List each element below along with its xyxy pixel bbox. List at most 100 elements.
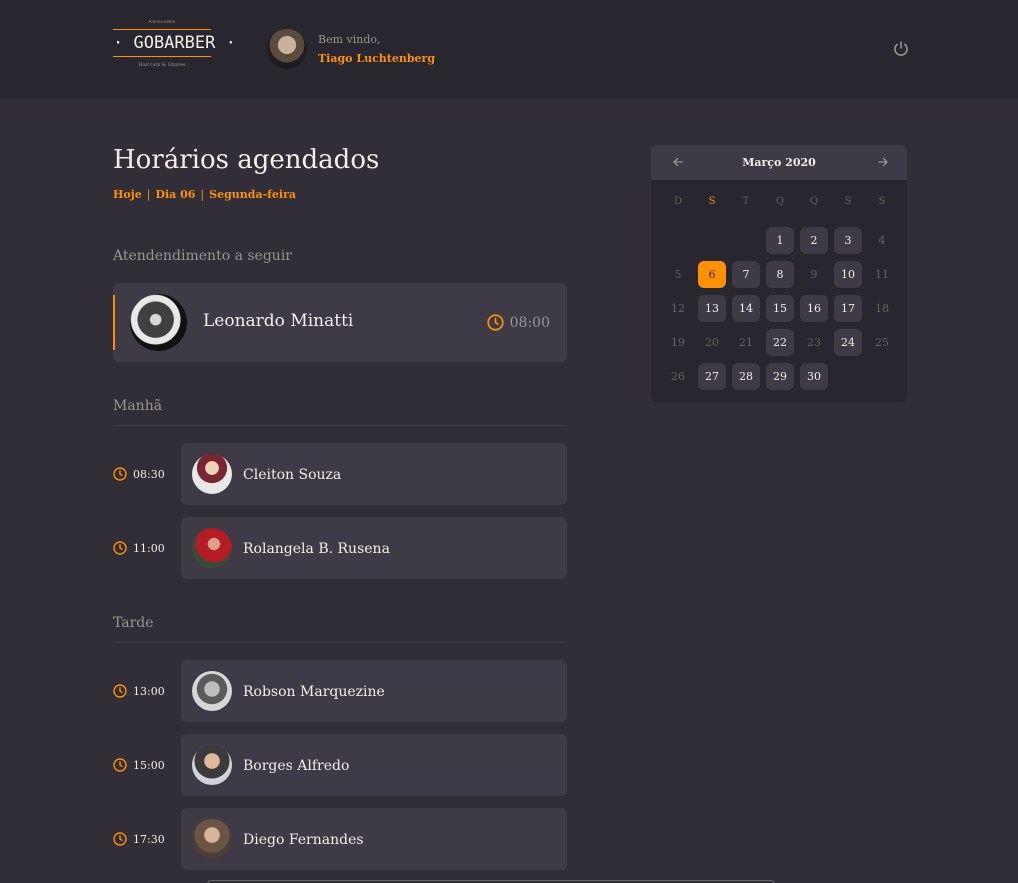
calendar-header: Março 2020	[651, 145, 907, 180]
arrow-right-icon[interactable]	[875, 154, 891, 170]
calendar-day[interactable]: 15	[766, 295, 794, 322]
welcome-text: Bem vindo,	[318, 33, 381, 46]
user-name-link[interactable]: Tiago Luchtenberg	[318, 48, 435, 70]
appointment-time: 15:00	[113, 758, 165, 772]
next-appointment-label: Atendendimento a seguir	[113, 248, 292, 264]
appointment-item[interactable]: 11:00 Rolangela B. Rusena	[113, 517, 567, 579]
clock-icon	[113, 832, 127, 846]
calendar-day[interactable]: 8	[766, 261, 794, 288]
appointment-name: Cleiton Souza	[243, 467, 342, 483]
user-greeting: Bem vindo, Tiago Luchtenberg	[318, 32, 435, 70]
calendar-day: 12	[671, 302, 685, 315]
appointment-time-value: 08:30	[133, 467, 165, 481]
subtitle-separator: |	[200, 188, 205, 201]
appointment-item[interactable]: 13:00 Robson Marquezine	[113, 660, 567, 722]
appointment-name: Diego Fernandes	[243, 832, 364, 848]
appointment-time-value: 11:00	[133, 541, 165, 555]
calendar-day: 26	[671, 370, 685, 383]
logo-top-text: Awesome	[148, 19, 176, 25]
logo-rule	[113, 56, 211, 57]
calendar-day[interactable]: 17	[834, 295, 862, 322]
calendar-day[interactable]: 22	[766, 329, 794, 356]
clock-icon	[113, 467, 127, 481]
clock-icon	[487, 314, 504, 331]
subtitle-day: Dia 06	[155, 188, 196, 201]
calendar-weekday: S	[708, 196, 716, 207]
avatar	[192, 671, 232, 711]
appointment-name: Borges Alfredo	[243, 758, 350, 774]
power-icon[interactable]	[891, 39, 911, 59]
calendar-day: 4	[878, 234, 886, 247]
gobarber-logo[interactable]: Awesome · GOBARBER · Haircuts & Shaves	[113, 18, 236, 80]
calendar-day[interactable]: 30	[800, 363, 828, 390]
next-appointment-card[interactable]: Leonardo Minatti 08:00	[113, 283, 567, 362]
calendar-day[interactable]: 14	[732, 295, 760, 322]
subtitle-today: Hoje	[113, 188, 142, 201]
calendar-day[interactable]: 24	[834, 329, 862, 356]
calendar-day[interactable]: 27	[698, 363, 726, 390]
calendar-day[interactable]: 28	[732, 363, 760, 390]
calendar-weekday: D	[673, 196, 683, 207]
date-subtitle: Hoje | Dia 06 | Segunda-feira	[113, 188, 296, 201]
calendar-day[interactable]: 29	[766, 363, 794, 390]
calendar-month-label: Março 2020	[742, 156, 816, 169]
appointment-item[interactable]: 08:30 Cleiton Souza	[113, 443, 567, 505]
clock-icon	[113, 684, 127, 698]
calendar-day[interactable]: 10	[834, 261, 862, 288]
calendar-weekday: T	[742, 196, 750, 207]
appointment-card[interactable]: Robson Marquezine	[181, 660, 567, 722]
page-title: Horários agendados	[113, 145, 380, 175]
section-afternoon: Tarde	[113, 615, 567, 643]
avatar	[130, 294, 187, 351]
calendar-weekday: S	[844, 196, 852, 207]
logo-mark: · GOBARBER ·	[113, 33, 236, 53]
calendar-day: 19	[671, 336, 685, 349]
avatar	[192, 745, 232, 785]
logo-bottom-text: Haircuts & Shaves	[138, 62, 186, 68]
calendar-day: 25	[875, 336, 889, 349]
calendar-day: 9	[810, 268, 818, 281]
calendar-day[interactable]: 2	[800, 227, 828, 254]
appointment-time: 13:00	[113, 684, 165, 698]
appointment-card[interactable]: Cleiton Souza	[181, 443, 567, 505]
calendar-day[interactable]: 3	[834, 227, 862, 254]
calendar-day[interactable]: 13	[698, 295, 726, 322]
calendar-day[interactable]: 1	[766, 227, 794, 254]
calendar-weekday: Q	[775, 196, 785, 207]
calendar-day: 23	[807, 336, 821, 349]
calendar-day: 5	[674, 268, 682, 281]
clock-icon	[113, 541, 127, 555]
user-avatar[interactable]	[267, 29, 307, 69]
next-appointment-time: 08:00	[487, 314, 550, 331]
avatar	[192, 819, 232, 859]
calendar-day-selected[interactable]: 6	[698, 261, 726, 288]
appointment-time-value: 15:00	[133, 758, 165, 772]
appointment-item[interactable]: 15:00 Borges Alfredo	[113, 734, 567, 796]
appointment-time: 17:30	[113, 832, 165, 846]
subtitle-separator: |	[146, 188, 151, 201]
appointment-card[interactable]: Borges Alfredo	[181, 734, 567, 796]
logo-rule	[113, 29, 211, 30]
next-appointment-name: Leonardo Minatti	[203, 311, 354, 331]
calendar-day: 21	[739, 336, 753, 349]
appointment-name: Rolangela B. Rusena	[243, 541, 390, 557]
avatar	[192, 454, 232, 494]
appointment-time: 11:00	[113, 541, 165, 555]
appointment-time: 08:30	[113, 467, 165, 481]
calendar-day[interactable]: 7	[732, 261, 760, 288]
calendar-day: 20	[705, 336, 719, 349]
section-morning: Manhã	[113, 398, 567, 426]
calendar-day[interactable]: 16	[800, 295, 828, 322]
calendar-day: 11	[875, 268, 889, 281]
calendar-day: 18	[875, 302, 889, 315]
clock-icon	[113, 758, 127, 772]
appointment-time-value: 17:30	[133, 832, 165, 846]
calendar: Março 2020 D S T Q Q S S 1 2 3 4 5 6 7 8 9 10 11 12 13 14 15 1…	[651, 145, 907, 402]
accent-bar	[113, 295, 115, 350]
avatar	[192, 528, 232, 568]
calendar-weekday: S	[878, 196, 886, 207]
appointment-item[interactable]: 17:30 Diego Fernandes	[113, 808, 567, 870]
appointment-card[interactable]: Rolangela B. Rusena	[181, 517, 567, 579]
appointment-card[interactable]: Diego Fernandes	[181, 808, 567, 870]
next-time-value: 08:00	[509, 314, 550, 331]
